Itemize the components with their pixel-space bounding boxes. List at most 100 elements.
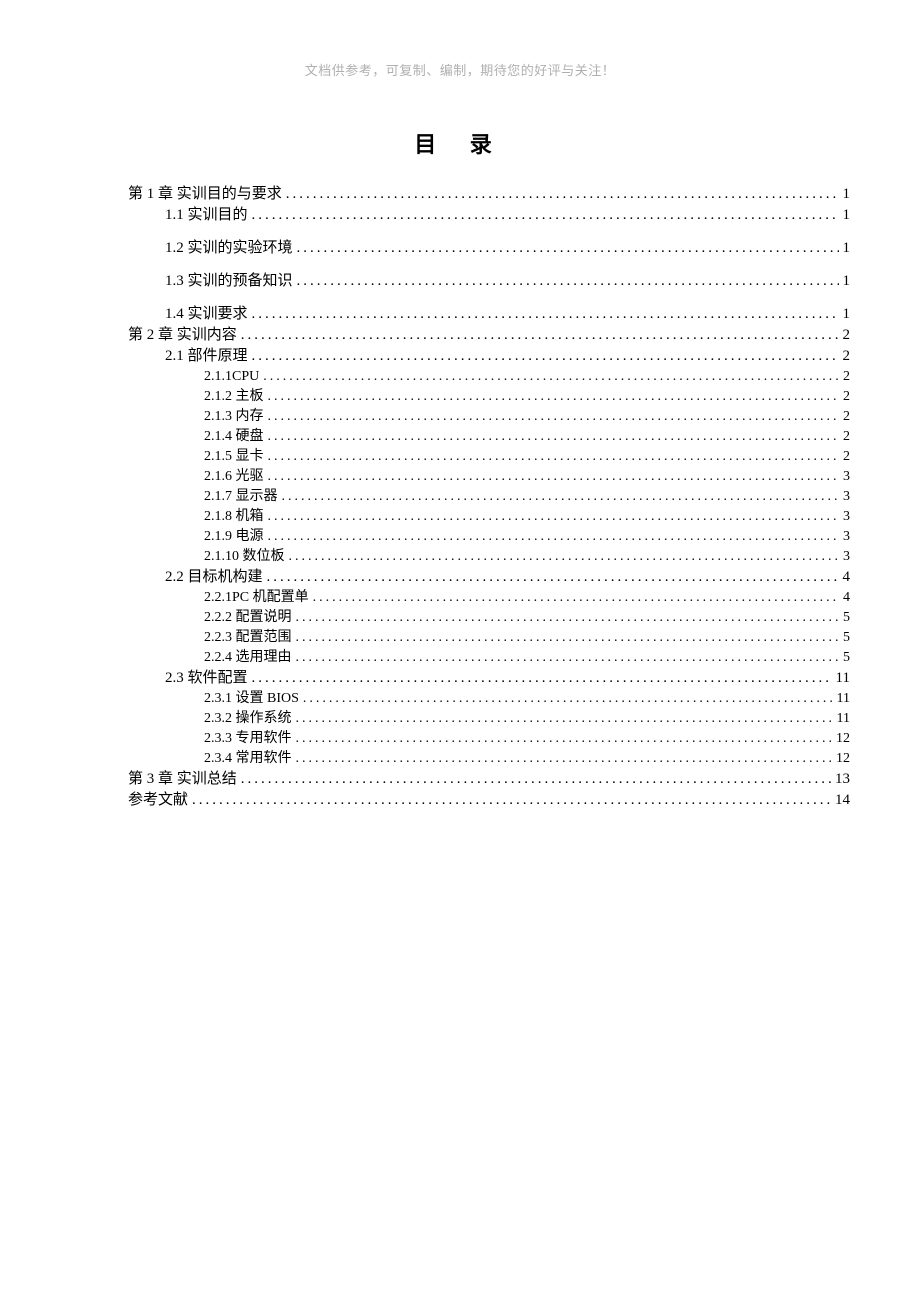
toc-entry-label: 2.2.4 选用理由 xyxy=(204,651,292,665)
toc-dots xyxy=(241,772,831,787)
toc-entry-label: 2.2.1PC 机配置单 xyxy=(204,591,309,605)
toc-dots xyxy=(263,370,839,384)
toc-dots xyxy=(296,651,840,665)
toc-entry-label: 1.2 实训的实验环境 xyxy=(165,241,293,256)
toc-dots xyxy=(282,490,840,504)
toc-entry-label: 2.3.2 操作系统 xyxy=(204,712,292,726)
toc-entry-label: 1.3 实训的预备知识 xyxy=(165,274,293,289)
toc-entry-label: 2.1.10 数位板 xyxy=(204,550,285,564)
toc-entry-page: 11 xyxy=(837,692,850,706)
toc-entry-page: 1 xyxy=(843,208,851,223)
toc-entry-page: 3 xyxy=(843,470,850,484)
toc-entry: 2.2 目标机构建 4 xyxy=(70,570,850,585)
toc-entry: 2.1.1CPU 2 xyxy=(70,370,850,384)
toc-dots xyxy=(296,712,833,726)
toc-entry: 1.2 实训的实验环境 1 xyxy=(70,241,850,256)
document-page: 文档供参考，可复制、编制，期待您的好评与关注！ 目 录 第 1 章 实训目的与要… xyxy=(0,0,920,808)
toc-entry-page: 2 xyxy=(843,450,850,464)
toc-entry: 2.2.1PC 机配置单 4 xyxy=(70,591,850,605)
toc-entry: 2.1.3 内存 2 xyxy=(70,410,850,424)
toc-entry-page: 2 xyxy=(843,328,851,343)
toc-entry: 第 2 章 实训内容 2 xyxy=(70,328,850,343)
toc-entry: 参考文献14 xyxy=(70,793,850,808)
toc-dots xyxy=(268,510,840,524)
toc-entry-page: 5 xyxy=(843,651,850,665)
toc-entry-page: 3 xyxy=(843,550,850,564)
toc-dots xyxy=(289,550,840,564)
toc-dots xyxy=(252,307,839,322)
toc-entry-label: 1.4 实训要求 xyxy=(165,307,248,322)
toc-title: 目 录 xyxy=(70,127,850,159)
toc-entry-label: 第 1 章 实训目的与要求 xyxy=(128,187,282,202)
toc-entry-page: 11 xyxy=(837,712,850,726)
table-of-contents: 第 1 章 实训目的与要求11.1 实训目的11.2 实训的实验环境11.3 实… xyxy=(70,187,850,808)
toc-entry: 1.1 实训目的1 xyxy=(70,208,850,223)
toc-entry-page: 1 xyxy=(843,274,851,289)
header-note: 文档供参考，可复制、编制，期待您的好评与关注！ xyxy=(70,60,850,79)
toc-entry-page: 3 xyxy=(843,510,850,524)
toc-dots xyxy=(297,274,839,289)
toc-dots xyxy=(252,349,839,364)
toc-entry-page: 1 xyxy=(843,307,851,322)
toc-entry-label: 第 3 章 实训总结 xyxy=(128,772,237,787)
toc-dots xyxy=(241,328,839,343)
toc-entry-label: 第 2 章 实训内容 xyxy=(128,328,237,343)
toc-dots xyxy=(268,430,840,444)
toc-dots xyxy=(268,390,840,404)
toc-entry: 2.1.2 主板2 xyxy=(70,390,850,404)
toc-entry-label: 2.1.4 硬盘 xyxy=(204,430,264,444)
toc-entry-label: 2.3.3 专用软件 xyxy=(204,732,292,746)
toc-dots xyxy=(296,631,840,645)
toc-entry-page: 1 xyxy=(843,241,851,256)
toc-dots xyxy=(296,611,840,625)
toc-entry-page: 2 xyxy=(843,349,851,364)
toc-dots xyxy=(268,410,840,424)
toc-entry-label: 2.2.2 配置说明 xyxy=(204,611,292,625)
toc-entry-label: 2.1 部件原理 xyxy=(165,349,248,364)
toc-entry: 2.2.3 配置范围5 xyxy=(70,631,850,645)
toc-dots xyxy=(267,570,839,585)
toc-dots xyxy=(252,208,839,223)
toc-entry: 2.3.3 专用软件12 xyxy=(70,732,850,746)
toc-entry-label: 2.1.5 显卡 xyxy=(204,450,264,464)
toc-entry-page: 12 xyxy=(836,752,850,766)
toc-entry-page: 4 xyxy=(843,570,851,585)
toc-entry-page: 3 xyxy=(843,530,850,544)
toc-entry-label: 2.1.1CPU xyxy=(204,370,259,384)
toc-entry-label: 2.1.8 机箱 xyxy=(204,510,264,524)
toc-entry: 2.3.2 操作系统 11 xyxy=(70,712,850,726)
toc-entry-page: 2 xyxy=(843,370,850,384)
toc-entry: 2.3.1 设置 BIOS 11 xyxy=(70,692,850,706)
toc-entry-label: 2.1.3 内存 xyxy=(204,410,264,424)
toc-entry: 2.1.6 光驱 3 xyxy=(70,470,850,484)
toc-entry-page: 5 xyxy=(843,611,850,625)
toc-entry-label: 2.2.3 配置范围 xyxy=(204,631,292,645)
toc-entry: 2.1.5 显卡 2 xyxy=(70,450,850,464)
toc-entry-page: 2 xyxy=(843,410,850,424)
toc-dots xyxy=(252,671,832,686)
toc-entry-label: 2.3.1 设置 BIOS xyxy=(204,692,299,706)
toc-dots xyxy=(303,692,833,706)
toc-entry: 2.2.2 配置说明 5 xyxy=(70,611,850,625)
toc-entry: 1.3 实训的预备知识 1 xyxy=(70,274,850,289)
toc-dots xyxy=(296,732,833,746)
toc-dots xyxy=(268,450,840,464)
toc-entry-label: 2.1.9 电源 xyxy=(204,530,264,544)
toc-dots xyxy=(192,793,831,808)
toc-entry: 1.4 实训要求 1 xyxy=(70,307,850,322)
toc-entry-page: 14 xyxy=(835,793,850,808)
toc-entry: 2.1.10 数位板 3 xyxy=(70,550,850,564)
toc-entry-label: 2.1.6 光驱 xyxy=(204,470,264,484)
toc-entry: 2.1.8 机箱 3 xyxy=(70,510,850,524)
toc-entry: 2.3.4 常用软件12 xyxy=(70,752,850,766)
toc-entry: 2.1.7 显示器3 xyxy=(70,490,850,504)
toc-entry-label: 2.3 软件配置 xyxy=(165,671,248,686)
toc-entry-label: 2.1.7 显示器 xyxy=(204,490,278,504)
toc-dots xyxy=(296,752,833,766)
toc-entry: 2.3 软件配置11 xyxy=(70,671,850,686)
toc-dots xyxy=(297,241,839,256)
toc-dots xyxy=(313,591,839,605)
toc-entry: 第 3 章 实训总结13 xyxy=(70,772,850,787)
toc-entry-page: 4 xyxy=(843,591,850,605)
toc-entry-label: 2.2 目标机构建 xyxy=(165,570,263,585)
